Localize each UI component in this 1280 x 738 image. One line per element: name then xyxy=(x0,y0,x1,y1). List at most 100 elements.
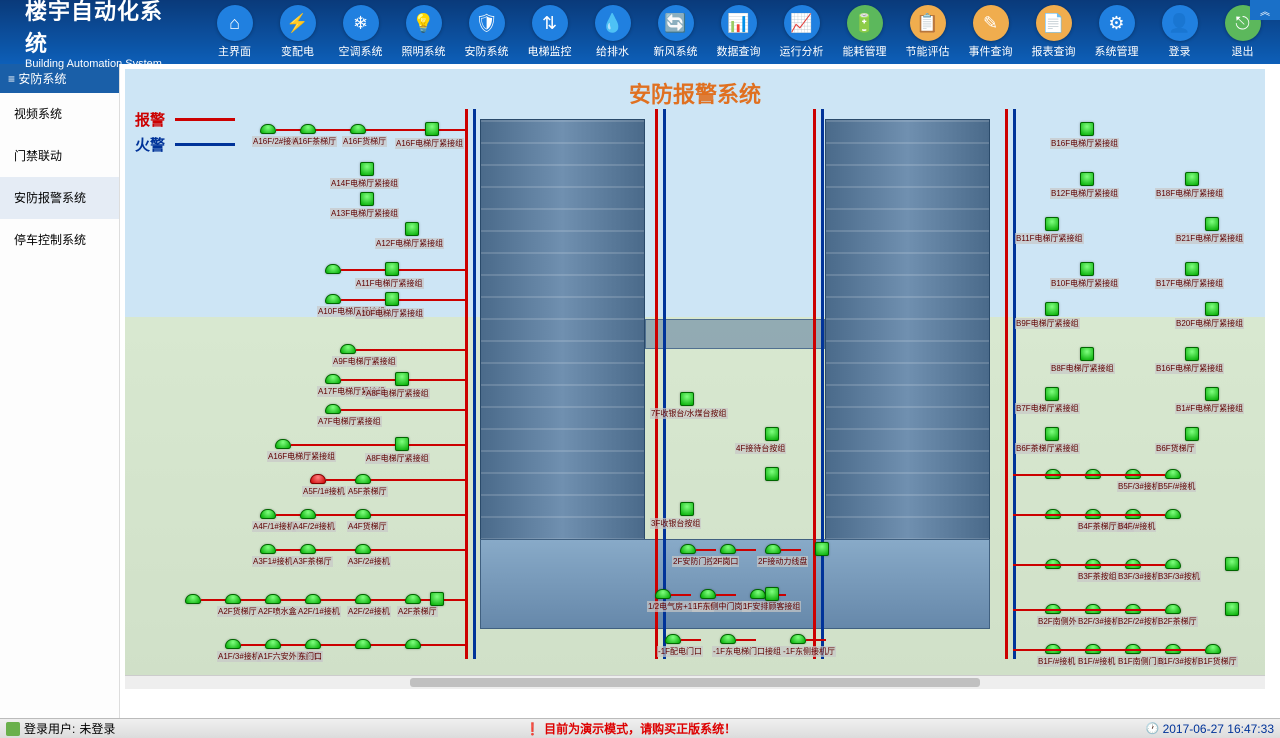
sensor-box[interactable] xyxy=(405,222,419,236)
menu-能耗管理[interactable]: 🔋能耗管理 xyxy=(837,5,892,59)
sensor[interactable] xyxy=(1165,559,1181,569)
sensor[interactable] xyxy=(790,634,806,644)
sensor-box[interactable] xyxy=(680,392,694,406)
sensor[interactable] xyxy=(350,124,366,134)
sensor[interactable] xyxy=(275,439,291,449)
sensor-box[interactable] xyxy=(765,467,779,481)
collapse-icon[interactable]: ︽ xyxy=(1250,0,1280,20)
sensor-box[interactable] xyxy=(1185,262,1199,276)
sensor-box[interactable] xyxy=(1045,302,1059,316)
menu-电梯监控[interactable]: ⇅电梯监控 xyxy=(522,5,577,59)
sensor-box[interactable] xyxy=(385,262,399,276)
sensor[interactable] xyxy=(700,589,716,599)
sensor-box[interactable] xyxy=(360,192,374,206)
menu-照明系统[interactable]: 💡照明系统 xyxy=(396,5,451,59)
sensor[interactable] xyxy=(655,589,671,599)
sidebar-item-2[interactable]: 安防报警系统 xyxy=(0,177,119,219)
sidebar-item-3[interactable]: 停车控制系统 xyxy=(0,219,119,261)
sensor[interactable] xyxy=(340,344,356,354)
sensor-box[interactable] xyxy=(1225,557,1239,571)
sensor-box[interactable] xyxy=(395,437,409,451)
sensor-box[interactable] xyxy=(1080,122,1094,136)
sensor[interactable] xyxy=(325,294,341,304)
sensor[interactable] xyxy=(305,594,321,604)
sensor-box[interactable] xyxy=(1185,347,1199,361)
sensor-box[interactable] xyxy=(1080,262,1094,276)
sidebar-item-0[interactable]: 视频系统 xyxy=(0,93,119,135)
user-name: 未登录 xyxy=(79,720,115,737)
sensor[interactable] xyxy=(305,639,321,649)
menu-事件查询[interactable]: ✎事件查询 xyxy=(963,5,1018,59)
sensor[interactable] xyxy=(355,509,371,519)
menu-给排水[interactable]: 💧给排水 xyxy=(585,5,640,59)
menu-数据查询[interactable]: 📊数据查询 xyxy=(711,5,766,59)
sensor-box[interactable] xyxy=(765,427,779,441)
sidebar-item-1[interactable]: 门禁联动 xyxy=(0,135,119,177)
menu-系统管理[interactable]: ⚙系统管理 xyxy=(1089,5,1144,59)
sensor[interactable] xyxy=(325,264,341,274)
sensor[interactable] xyxy=(300,124,316,134)
sensor-box[interactable] xyxy=(425,122,439,136)
sensor[interactable] xyxy=(185,594,201,604)
sensor[interactable] xyxy=(260,509,276,519)
sensor[interactable] xyxy=(405,594,421,604)
sensor[interactable] xyxy=(765,544,781,554)
sensor-box[interactable] xyxy=(1185,172,1199,186)
menu-空调系统[interactable]: ❄空调系统 xyxy=(333,5,388,59)
sensor[interactable] xyxy=(310,474,326,484)
sensor[interactable] xyxy=(300,509,316,519)
demo-warning: 目前为演示模式，请购买正版系统！ xyxy=(115,720,1146,737)
sensor[interactable] xyxy=(225,594,241,604)
sensor[interactable] xyxy=(355,594,371,604)
sensor-box[interactable] xyxy=(360,162,374,176)
sensor[interactable] xyxy=(260,544,276,554)
sensor-box[interactable] xyxy=(765,587,779,601)
horizontal-scrollbar[interactable] xyxy=(125,675,1265,689)
sensor[interactable] xyxy=(325,404,341,414)
sensor[interactable] xyxy=(720,634,736,644)
sensor-box[interactable] xyxy=(1045,217,1059,231)
sensor-box[interactable] xyxy=(1205,387,1219,401)
sensor[interactable] xyxy=(225,639,241,649)
sensor-box[interactable] xyxy=(1205,217,1219,231)
sensor-box[interactable] xyxy=(1045,427,1059,441)
menu-节能评估[interactable]: 📋节能评估 xyxy=(900,5,955,59)
sensor-box[interactable] xyxy=(1225,602,1239,616)
sensor-box[interactable] xyxy=(385,292,399,306)
sensor-box[interactable] xyxy=(1080,172,1094,186)
sensor[interactable] xyxy=(405,639,421,649)
menu-安防系统[interactable]: 🛡安防系统 xyxy=(459,5,514,59)
menu-登录[interactable]: 👤登录 xyxy=(1152,5,1207,59)
sensor[interactable] xyxy=(265,639,281,649)
menu-主界面[interactable]: ⌂主界面 xyxy=(207,5,262,59)
sensor-box[interactable] xyxy=(1185,427,1199,441)
sensor-box[interactable] xyxy=(815,542,829,556)
sensor[interactable] xyxy=(355,639,371,649)
sensor[interactable] xyxy=(265,594,281,604)
sensor[interactable] xyxy=(260,124,276,134)
sensor[interactable] xyxy=(355,474,371,484)
sensor[interactable] xyxy=(750,589,766,599)
sensor-box[interactable] xyxy=(680,502,694,516)
menu-运行分析[interactable]: 📈运行分析 xyxy=(774,5,829,59)
sensor[interactable] xyxy=(720,544,736,554)
sensor[interactable] xyxy=(1165,604,1181,614)
riser-red xyxy=(655,109,658,659)
sensor-box[interactable] xyxy=(430,592,444,606)
sensor[interactable] xyxy=(325,374,341,384)
sensor-box[interactable] xyxy=(1205,302,1219,316)
sensor[interactable] xyxy=(1205,644,1221,654)
sensor[interactable] xyxy=(1165,469,1181,479)
sensor[interactable] xyxy=(665,634,681,644)
sensor-box[interactable] xyxy=(395,372,409,386)
sensor[interactable] xyxy=(355,544,371,554)
menu-新风系统[interactable]: 🔄新风系统 xyxy=(648,5,703,59)
skybridge xyxy=(645,319,825,349)
sensor-box[interactable] xyxy=(1045,387,1059,401)
sensor[interactable] xyxy=(1165,509,1181,519)
sensor-box[interactable] xyxy=(1080,347,1094,361)
sensor[interactable] xyxy=(680,544,696,554)
menu-变配电[interactable]: ⚡变配电 xyxy=(270,5,325,59)
menu-报表查询[interactable]: 📄报表查询 xyxy=(1026,5,1081,59)
sensor[interactable] xyxy=(300,544,316,554)
